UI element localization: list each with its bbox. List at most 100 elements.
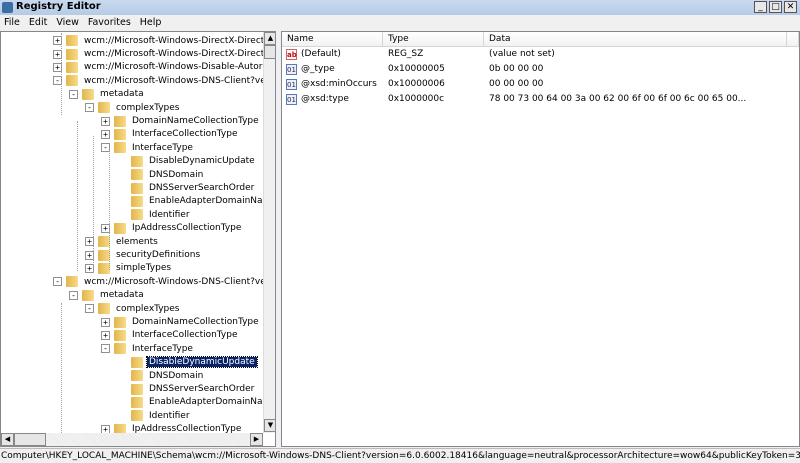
tree-item[interactable]: - metadata <box>69 289 146 302</box>
expand-icon[interactable]: + <box>101 129 110 139</box>
collapse-icon[interactable]: - <box>69 290 78 300</box>
folder-icon <box>114 128 126 140</box>
tree-item-label: DNSDomain <box>149 370 204 381</box>
folder-icon <box>82 289 94 301</box>
tree-item[interactable]: - metadata <box>69 88 146 101</box>
folder-icon <box>114 142 126 154</box>
tree-item-label: DisableDynamicUpdate <box>146 356 258 369</box>
folder-icon <box>114 423 126 433</box>
value-type: REG_SZ <box>388 49 424 59</box>
tree-item[interactable]: + securityDefinitions <box>85 248 202 261</box>
tree-item-label: complexTypes <box>116 102 180 113</box>
tree-item[interactable]: DNSDomain <box>118 168 205 181</box>
tree-item[interactable]: - complexTypes <box>85 302 182 315</box>
scroll-right-button[interactable]: ▶ <box>250 433 263 446</box>
tree-item-label: DNSDomain <box>149 169 204 180</box>
vertical-scrollbar[interactable]: ▲ ▼ <box>263 32 275 433</box>
tree-line <box>61 303 62 433</box>
tree-item[interactable]: - wcm://Microsoft-Windows-DNS-Client?vers… <box>53 74 263 87</box>
maximize-button[interactable]: □ <box>769 1 782 13</box>
menu-view[interactable]: View <box>52 15 84 28</box>
value-row[interactable]: 01 @xsd:minOccurs 0x10000006 00 00 00 00 <box>282 78 782 92</box>
folder-icon <box>131 396 143 408</box>
tree-item-label: EnableAdapterDomainNameR <box>149 397 263 408</box>
tree-item[interactable]: + IpAddressCollectionType <box>101 222 243 235</box>
folder-icon <box>82 88 94 100</box>
menu-favorites[interactable]: Favorites <box>84 15 136 28</box>
tree-item[interactable]: DNSServerSearchOrder <box>118 382 256 395</box>
tree-item[interactable]: + elements <box>85 235 160 248</box>
hscroll-thumb[interactable] <box>14 433 46 446</box>
expand-icon[interactable]: + <box>101 116 110 126</box>
tree-item-label: EnableAdapterDomainNameR <box>149 196 263 207</box>
tree-item[interactable]: + IpAddressCollectionType <box>101 423 243 433</box>
tree-item[interactable]: DNSServerSearchOrder <box>118 181 256 194</box>
tree-item-label: DNSServerSearchOrder <box>149 183 255 194</box>
tree-item[interactable]: DisableDynamicUpdate <box>118 356 258 369</box>
column-header-data[interactable]: Data <box>484 32 787 47</box>
scroll-down-button[interactable]: ▼ <box>264 419 275 432</box>
column-header-name[interactable]: Name <box>282 32 383 47</box>
menu-file[interactable]: File <box>0 15 25 28</box>
folder-icon <box>114 115 126 127</box>
tree-item[interactable]: + DomainNameCollectionType <box>101 315 261 328</box>
folder-icon <box>66 48 78 60</box>
folder-icon <box>131 209 143 221</box>
tree-item[interactable]: - InterfaceType <box>101 141 195 154</box>
tree-item[interactable]: + simpleTypes <box>85 262 173 275</box>
tree-item[interactable]: +wcm://Microsoft-Windows-DirectX-DirectP… <box>53 34 263 47</box>
horizontal-scrollbar[interactable]: ◀ ▶ <box>1 433 263 446</box>
folder-icon <box>98 102 110 114</box>
tree-item-label: metadata <box>100 290 144 301</box>
tree-item[interactable]: Identifier <box>118 409 192 422</box>
scroll-left-button[interactable]: ◀ <box>1 433 14 446</box>
menu-help[interactable]: Help <box>136 15 167 28</box>
tree-item[interactable]: + InterfaceCollectionType <box>101 128 239 141</box>
minimize-button[interactable]: _ <box>754 1 767 13</box>
binary-value-icon: 01 <box>286 94 297 105</box>
tree-item[interactable]: + InterfaceCollectionType <box>101 329 239 342</box>
scroll-up-button[interactable]: ▲ <box>264 32 275 45</box>
folder-icon <box>66 75 78 87</box>
value-name: @_type <box>301 64 335 74</box>
value-data: 78 00 73 00 64 00 3a 00 62 00 6f 00 6f 0… <box>489 94 747 104</box>
value-row[interactable]: 01 @xsd:type 0x1000000c 78 00 73 00 64 0… <box>282 93 782 107</box>
tree-item-label: Identifier <box>149 209 190 220</box>
collapse-icon[interactable]: - <box>69 89 78 99</box>
menu-edit[interactable]: Edit <box>25 15 52 28</box>
collapse-icon[interactable]: - <box>101 344 110 354</box>
tree-item-label: DisableDynamicUpdate <box>149 156 255 167</box>
tree-item[interactable]: - InterfaceType <box>101 342 195 355</box>
tree-item[interactable]: - complexTypes <box>85 101 182 114</box>
value-name: @xsd:minOccurs <box>301 79 377 89</box>
value-row[interactable]: 01 @_type 0x10000005 0b 00 00 00 <box>282 63 782 77</box>
close-button[interactable]: ✕ <box>784 1 797 13</box>
tree-item[interactable]: EnableAdapterDomainNameR <box>118 396 263 409</box>
tree-item-label: InterfaceType <box>132 343 193 354</box>
folder-icon <box>114 343 126 355</box>
tree-item[interactable]: Identifier <box>118 208 192 221</box>
expand-icon[interactable]: + <box>101 317 110 327</box>
column-header-type[interactable]: Type <box>383 32 484 47</box>
tree-item[interactable]: +wcm://Microsoft-Windows-DirectX-DirectP… <box>53 47 263 60</box>
tree-item[interactable]: EnableAdapterDomainNameR <box>118 195 263 208</box>
folder-icon <box>131 370 143 382</box>
tree-item[interactable]: + DomainNameCollectionType <box>101 114 261 127</box>
value-type: 0x10000005 <box>388 64 445 74</box>
tree-item[interactable]: - wcm://Microsoft-Windows-DNS-Client?vers… <box>53 275 263 288</box>
tree-item-label: DomainNameCollectionType <box>132 317 259 328</box>
tree-item[interactable]: DNSDomain <box>118 369 205 382</box>
folder-icon <box>131 169 143 181</box>
scroll-thumb[interactable] <box>264 45 275 59</box>
expand-icon[interactable]: + <box>101 424 110 433</box>
tree-item[interactable]: +wcm://Microsoft-Windows-Disable-Autorun… <box>53 61 263 74</box>
collapse-icon[interactable]: - <box>53 277 62 287</box>
tree-item-label: securityDefinitions <box>116 250 201 261</box>
value-row[interactable]: ab (Default) REG_SZ (value not set) <box>282 48 782 62</box>
tree-item[interactable]: DisableDynamicUpdate <box>118 155 257 168</box>
status-bar-path: Computer\HKEY_LOCAL_MACHINE\Schema\wcm:/… <box>0 448 800 463</box>
collapse-icon[interactable]: - <box>85 103 94 113</box>
tree-item-label: wcm://Microsoft-Windows-DNS-Client?versi… <box>84 276 263 287</box>
collapse-icon[interactable]: - <box>85 304 94 314</box>
expand-icon[interactable]: + <box>101 330 110 340</box>
